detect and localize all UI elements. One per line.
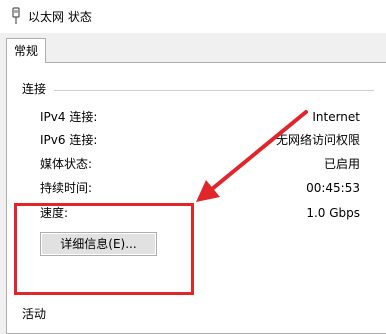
tab-general-label: 常规 xyxy=(14,44,39,58)
network-adapter-icon xyxy=(12,7,20,24)
section-label-connection: 连接 xyxy=(22,82,47,96)
ipv4-value: Internet xyxy=(312,110,360,124)
section-divider xyxy=(54,90,374,91)
ipv4-label: IPv4 连接: xyxy=(40,110,98,124)
annotation-highlight-box xyxy=(14,203,194,295)
ipv6-value: 无网络访问权限 xyxy=(275,133,360,147)
ipv6-label: IPv6 连接: xyxy=(40,133,98,147)
title-bar: 以太网 状态 xyxy=(0,0,386,33)
tab-general[interactable]: 常规 xyxy=(6,38,46,63)
media-state-value: 已启用 xyxy=(323,157,360,171)
section-label-activity: 活动 xyxy=(22,307,47,321)
duration-label: 持续时间: xyxy=(40,181,93,195)
speed-value: 1.0 Gbps xyxy=(306,206,360,220)
duration-value: 00:45:53 xyxy=(306,181,360,195)
media-state-label: 媒体状态: xyxy=(40,157,93,171)
window-title: 以太网 状态 xyxy=(28,10,92,24)
